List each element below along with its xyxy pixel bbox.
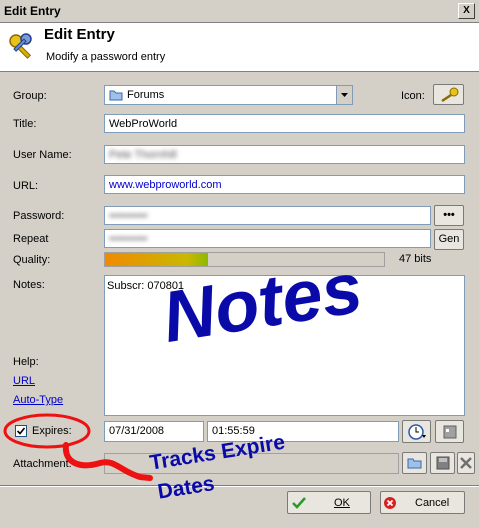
help-url-link[interactable]: URL [13, 375, 35, 387]
url-field[interactable]: www.webproworld.com [104, 175, 465, 194]
keys-icon [9, 33, 32, 59]
expires-label: Expires: [32, 425, 72, 437]
notes-label: Notes: [13, 279, 45, 291]
ok-button[interactable]: OK [287, 491, 371, 514]
icon-label: Icon: [401, 90, 425, 102]
password-value: •••••••••• [109, 210, 148, 222]
attach-file-button[interactable] [402, 452, 427, 474]
cancel-button[interactable]: Cancel [380, 491, 465, 514]
close-button[interactable]: X [458, 3, 475, 19]
title-field[interactable]: WebProWorld [104, 114, 465, 133]
show-password-button[interactable]: ••• [434, 205, 464, 226]
key-icon [440, 87, 458, 103]
repeat-label: Repeat [13, 233, 49, 245]
generate-password-button[interactable]: Gen [434, 229, 464, 250]
title-bar: Edit Entry X [0, 0, 479, 23]
quality-label: Quality: [13, 254, 51, 266]
expires-presets-button[interactable] [402, 420, 431, 443]
clock-icon [407, 424, 426, 440]
group-select[interactable]: Forums [104, 85, 353, 105]
expires-now-button[interactable] [435, 420, 464, 443]
help-label: Help: [13, 356, 39, 368]
header-subtitle: Modify a password entry [46, 51, 166, 63]
attachment-label: Attachment: [13, 458, 72, 470]
username-label: User Name: [13, 149, 72, 161]
quality-bar-fill [105, 253, 209, 266]
open-folder-icon [407, 458, 421, 469]
button-separator [0, 485, 479, 487]
title-label: Title: [13, 118, 37, 130]
expires-date-field[interactable]: 07/31/2008 [104, 421, 204, 442]
quality-bits: 47 bits [399, 253, 432, 265]
disk-icon [436, 456, 449, 470]
url-label: URL: [13, 180, 39, 192]
group-value: Forums [127, 89, 165, 101]
save-attachment-button[interactable] [430, 452, 455, 474]
username-value: Pete Thornhill [109, 149, 177, 161]
repeat-value: •••••••••• [109, 233, 148, 245]
icon-picker-button[interactable] [433, 84, 464, 105]
expires-checkbox[interactable] [15, 425, 27, 437]
ok-label: OK [334, 497, 350, 509]
folder-icon [109, 90, 123, 101]
calendar-icon [443, 425, 456, 439]
window-title: Edit Entry [4, 4, 61, 18]
checkmark-icon [292, 497, 306, 509]
delete-icon [460, 457, 472, 469]
header-title: Edit Entry [44, 26, 115, 43]
password-label: Password: [13, 210, 65, 222]
repeat-field[interactable]: •••••••••• [104, 229, 431, 248]
remove-attachment-button[interactable] [457, 452, 475, 474]
chevron-down-icon[interactable] [336, 86, 352, 104]
username-field[interactable]: Pete Thornhill [104, 145, 465, 164]
cancel-label: Cancel [415, 497, 450, 509]
dialog-header: Edit Entry Modify a password entry [0, 23, 479, 72]
tracks-annotation-line2: Dates [156, 472, 217, 504]
password-field[interactable]: •••••••••• [104, 206, 431, 225]
cancel-icon [384, 497, 396, 509]
group-label: Group: [13, 90, 47, 102]
help-autotype-link[interactable]: Auto-Type [13, 394, 63, 406]
